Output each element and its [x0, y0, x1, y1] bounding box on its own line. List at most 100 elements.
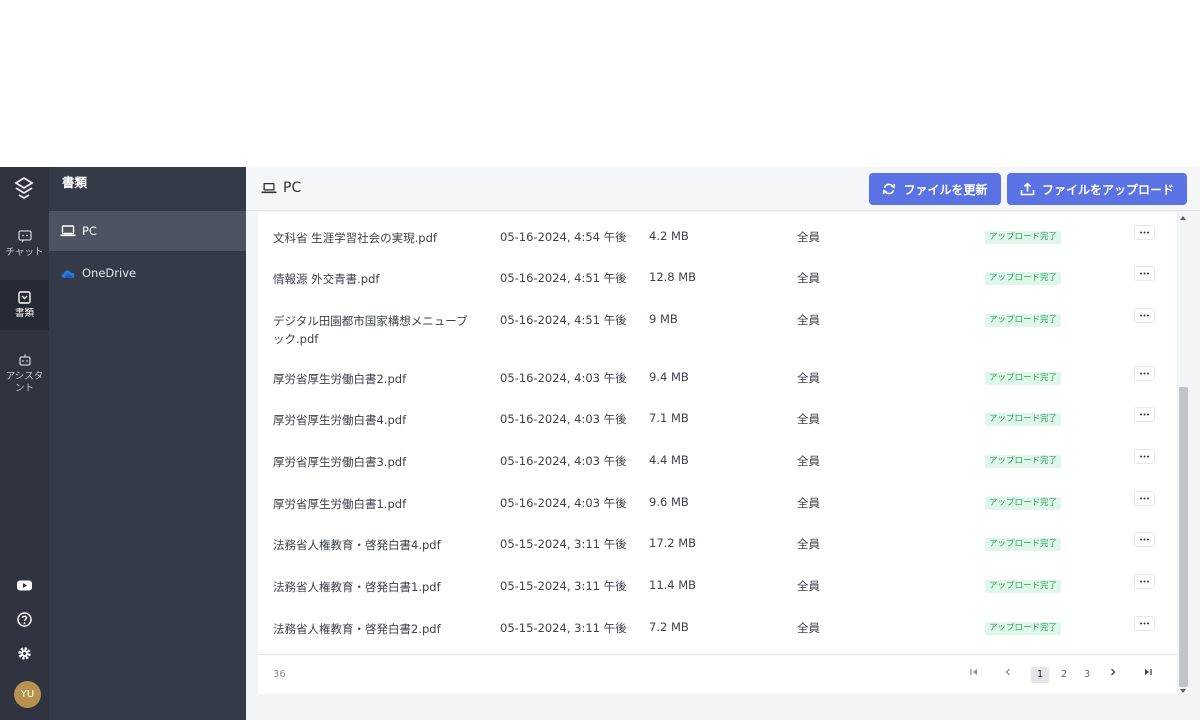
more-icon — [1140, 231, 1149, 234]
total-count: 36 — [273, 669, 286, 680]
more-icon — [1140, 538, 1149, 541]
laptop-icon — [261, 183, 277, 194]
documents-sidebar: 書類 PC OneDrive — [49, 167, 246, 720]
file-share: 全員 — [797, 271, 820, 285]
previous-page-button[interactable] — [999, 667, 1017, 683]
rail-item-chat[interactable]: チャット — [0, 222, 49, 268]
file-name[interactable]: 厚労省厚生労働白書1.pdf — [273, 495, 473, 513]
more-options-button[interactable] — [1134, 225, 1155, 240]
status-badge: アップロード完了 — [985, 497, 1062, 510]
robot-icon — [18, 354, 31, 366]
more-options-button[interactable] — [1134, 366, 1155, 381]
rail-item-assistant[interactable]: アシスタント — [0, 349, 49, 405]
more-options-button[interactable] — [1134, 574, 1155, 589]
file-share: 全員 — [797, 537, 820, 551]
upload-file-button[interactable]: ファイルをアップロード — [1007, 173, 1187, 205]
file-table: 文科省 生涯学習社会の実現.pdf 05-16-2024, 4:54 午後 4.… — [258, 212, 1177, 694]
sidebar-item-label: OneDrive — [82, 266, 137, 280]
file-date: 05-15-2024, 3:11 午後 — [500, 621, 627, 635]
file-name[interactable]: デジタル田園都市国家構想メニューブック.pdf — [273, 312, 473, 348]
next-page-button[interactable] — [1104, 667, 1122, 683]
more-options-button[interactable] — [1134, 308, 1155, 323]
app-logo-icon[interactable] — [12, 175, 36, 199]
scrollbar-thumb[interactable] — [1179, 387, 1188, 687]
vertical-scrollbar[interactable] — [1177, 212, 1189, 696]
sidebar-item-onedrive[interactable]: OneDrive — [49, 253, 246, 293]
scroll-down-icon[interactable] — [1180, 689, 1186, 693]
chevron-right-icon — [1111, 668, 1116, 676]
file-share: 全員 — [797, 412, 820, 426]
more-icon — [1140, 314, 1149, 317]
file-name[interactable]: 法務省人権教育・啓発白書4.pdf — [273, 536, 473, 554]
main-content: PC ファイルを更新 ファイルをアップロード 文科省 生涯学習社会の実現.pdf… — [246, 167, 1200, 720]
table-footer: 36 1 2 3 — [258, 654, 1177, 694]
file-share: 全員 — [797, 621, 820, 635]
file-size: 9 MB — [649, 312, 678, 326]
more-options-button[interactable] — [1134, 616, 1155, 631]
file-name[interactable]: 厚労省厚生労働白書2.pdf — [273, 370, 473, 388]
first-page-icon — [970, 669, 977, 675]
youtube-icon[interactable] — [16, 577, 33, 594]
more-options-button[interactable] — [1134, 266, 1155, 281]
more-options-button[interactable] — [1134, 491, 1155, 506]
file-share: 全員 — [797, 313, 820, 327]
page-button-2[interactable]: 2 — [1055, 667, 1073, 683]
file-share: 全員 — [797, 579, 820, 593]
more-options-button[interactable] — [1134, 449, 1155, 464]
status-badge: アップロード完了 — [985, 314, 1062, 327]
file-size: 4.4 MB — [649, 453, 689, 467]
last-page-button[interactable] — [1139, 667, 1157, 683]
file-size: 4.2 MB — [649, 229, 689, 243]
status-badge: アップロード完了 — [985, 538, 1062, 551]
last-page-icon — [1145, 669, 1152, 675]
icon-rail: チャット 書類 アシスタント YU — [0, 167, 49, 720]
file-size: 9.6 MB — [649, 495, 689, 509]
file-size: 12.8 MB — [649, 270, 697, 284]
file-date: 05-16-2024, 4:51 午後 — [500, 271, 627, 285]
laptop-icon — [60, 225, 76, 237]
file-name[interactable]: 法務省人権教育・啓発白書1.pdf — [273, 578, 473, 596]
status-badge: アップロード完了 — [985, 622, 1062, 635]
file-name[interactable]: 厚労省厚生労働白書3.pdf — [273, 453, 473, 471]
gear-icon[interactable] — [16, 645, 33, 662]
file-share: 全員 — [797, 454, 820, 468]
file-name[interactable]: 文科省 生涯学習社会の実現.pdf — [273, 229, 473, 247]
file-size: 9.4 MB — [649, 370, 689, 384]
more-icon — [1140, 413, 1149, 416]
sidebar-item-pc[interactable]: PC — [49, 211, 246, 251]
file-date: 05-16-2024, 4:03 午後 — [500, 371, 627, 385]
rail-item-documents[interactable]: 書類 — [0, 280, 49, 330]
page-button-3[interactable]: 3 — [1078, 667, 1096, 683]
more-options-button[interactable] — [1134, 407, 1155, 422]
first-page-button[interactable] — [965, 667, 983, 683]
help-icon[interactable] — [16, 611, 33, 628]
status-badge: アップロード完了 — [985, 372, 1062, 385]
file-date: 05-15-2024, 3:11 午後 — [500, 537, 627, 551]
scroll-up-icon[interactable] — [1180, 216, 1186, 220]
file-date: 05-16-2024, 4:03 午後 — [500, 412, 627, 426]
avatar[interactable]: YU — [14, 681, 41, 708]
file-size: 7.1 MB — [649, 411, 689, 425]
rail-item-label: チャット — [5, 247, 44, 258]
breadcrumb: PC — [261, 180, 301, 196]
sidebar-item-label: PC — [82, 224, 97, 238]
file-name[interactable]: 情報源 外交青書.pdf — [273, 270, 473, 288]
file-name[interactable]: 厚労省厚生労働白書4.pdf — [273, 411, 473, 429]
refresh-icon — [883, 183, 896, 195]
more-icon — [1140, 455, 1149, 458]
chevron-left-icon — [1005, 668, 1010, 676]
file-name[interactable]: 法務省人権教育・啓発白書2.pdf — [273, 620, 473, 638]
more-icon — [1140, 272, 1149, 275]
rail-item-label: 書類 — [14, 308, 34, 319]
refresh-button-label: ファイルを更新 — [903, 182, 988, 197]
more-icon — [1140, 580, 1149, 583]
sidebar-title: 書類 — [62, 175, 88, 190]
document-icon — [18, 291, 31, 304]
file-share: 全員 — [797, 230, 820, 244]
more-options-button[interactable] — [1134, 532, 1155, 547]
file-size: 7.2 MB — [649, 620, 689, 634]
chat-icon — [17, 230, 32, 243]
page-button-1[interactable]: 1 — [1031, 667, 1049, 683]
status-badge: アップロード完了 — [985, 455, 1062, 468]
refresh-files-button[interactable]: ファイルを更新 — [869, 173, 1001, 205]
